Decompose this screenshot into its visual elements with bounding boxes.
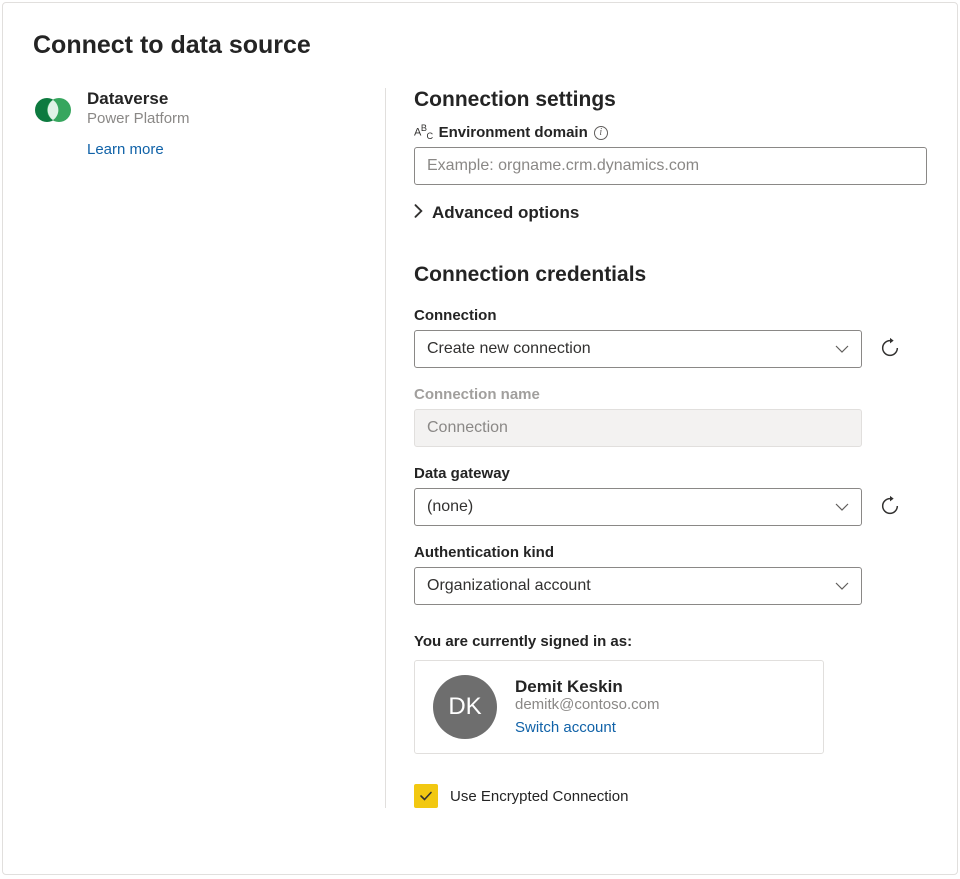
account-card: DK Demit Keskin demitk@contoso.com Switc… <box>414 660 824 754</box>
advanced-options-toggle[interactable]: Advanced options <box>414 203 927 223</box>
account-name: Demit Keskin <box>515 677 805 697</box>
chevron-down-icon <box>835 340 849 358</box>
connection-name-label: Connection name <box>414 386 927 403</box>
advanced-options-label: Advanced options <box>432 203 579 223</box>
signed-in-label: You are currently signed in as: <box>414 633 927 650</box>
env-domain-label: Environment domain <box>439 124 588 141</box>
account-email: demitk@contoso.com <box>515 696 805 713</box>
vertical-divider <box>385 88 386 808</box>
connection-name-field: Connection name <box>414 386 927 447</box>
connection-select-value: Create new connection <box>427 340 591 358</box>
env-domain-input[interactable] <box>414 147 927 185</box>
data-gateway-value: (none) <box>427 498 473 516</box>
refresh-icon <box>879 495 901 520</box>
content-area: Dataverse Power Platform Learn more Conn… <box>33 88 927 808</box>
connect-panel: Connect to data source Dataverse Power P… <box>2 2 958 875</box>
refresh-icon <box>879 337 901 362</box>
text-type-icon: ABC <box>414 124 433 141</box>
auth-kind-label: Authentication kind <box>414 544 927 561</box>
chevron-down-icon <box>835 577 849 595</box>
auth-kind-value: Organizational account <box>427 577 591 595</box>
data-gateway-label: Data gateway <box>414 465 927 482</box>
encrypted-label: Use Encrypted Connection <box>450 788 628 805</box>
connector-subtitle: Power Platform <box>87 110 385 127</box>
avatar: DK <box>433 675 497 739</box>
connection-label: Connection <box>414 307 927 324</box>
connection-select[interactable]: Create new connection <box>414 330 862 368</box>
dataverse-icon <box>33 90 73 130</box>
refresh-connection-button[interactable] <box>876 335 904 363</box>
data-gateway-field: Data gateway (none) <box>414 465 927 526</box>
data-gateway-select[interactable]: (none) <box>414 488 862 526</box>
learn-more-link[interactable]: Learn more <box>87 141 164 158</box>
connection-name-input <box>414 409 862 447</box>
auth-kind-select[interactable]: Organizational account <box>414 567 862 605</box>
encrypted-connection-row: Use Encrypted Connection <box>414 784 927 808</box>
settings-section-title: Connection settings <box>414 88 927 112</box>
env-domain-field: ABC Environment domain i <box>414 124 927 185</box>
env-domain-label-row: ABC Environment domain i <box>414 124 927 141</box>
info-icon[interactable]: i <box>594 126 608 140</box>
auth-kind-field: Authentication kind Organizational accou… <box>414 544 927 605</box>
connector-name: Dataverse <box>87 88 385 110</box>
credentials-section-title: Connection credentials <box>414 263 927 287</box>
refresh-gateway-button[interactable] <box>876 493 904 521</box>
connector-info: Dataverse Power Platform Learn more <box>87 88 385 808</box>
account-info: Demit Keskin demitk@contoso.com Switch a… <box>515 677 805 737</box>
chevron-right-icon <box>414 203 424 223</box>
check-icon <box>418 788 434 804</box>
connection-field: Connection Create new connection <box>414 307 927 368</box>
encrypted-checkbox[interactable] <box>414 784 438 808</box>
chevron-down-icon <box>835 498 849 516</box>
main-form: Connection settings ABC Environment doma… <box>414 88 927 808</box>
connector-sidebar: Dataverse Power Platform Learn more <box>33 88 385 808</box>
switch-account-link[interactable]: Switch account <box>515 719 616 736</box>
page-title: Connect to data source <box>33 31 927 60</box>
